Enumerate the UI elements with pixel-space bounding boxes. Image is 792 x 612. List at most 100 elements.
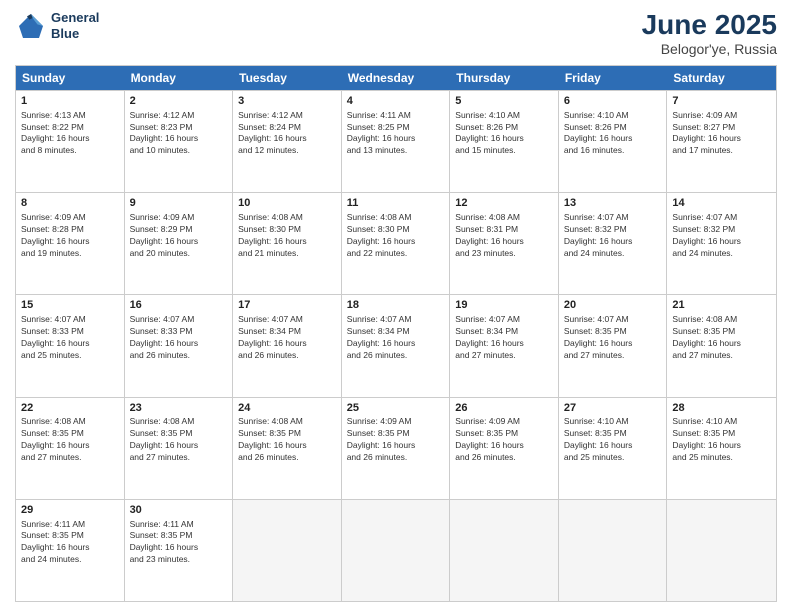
calendar-cell: 18Sunrise: 4:07 AM Sunset: 8:34 PM Dayli… xyxy=(342,295,451,396)
header-day-thursday: Thursday xyxy=(450,66,559,90)
day-number: 11 xyxy=(347,196,445,211)
calendar-cell xyxy=(233,500,342,601)
cell-content: Sunrise: 4:07 AM Sunset: 8:34 PM Dayligh… xyxy=(347,314,445,362)
day-number: 24 xyxy=(238,401,336,416)
cell-content: Sunrise: 4:08 AM Sunset: 8:30 PM Dayligh… xyxy=(238,212,336,260)
cell-content: Sunrise: 4:07 AM Sunset: 8:35 PM Dayligh… xyxy=(564,314,662,362)
day-number: 12 xyxy=(455,196,553,211)
calendar-cell: 20Sunrise: 4:07 AM Sunset: 8:35 PM Dayli… xyxy=(559,295,668,396)
calendar-cell: 17Sunrise: 4:07 AM Sunset: 8:34 PM Dayli… xyxy=(233,295,342,396)
day-number: 2 xyxy=(130,94,228,109)
day-number: 13 xyxy=(564,196,662,211)
calendar-cell: 8Sunrise: 4:09 AM Sunset: 8:28 PM Daylig… xyxy=(16,193,125,294)
day-number: 4 xyxy=(347,94,445,109)
calendar-cell xyxy=(559,500,668,601)
calendar-cell: 25Sunrise: 4:09 AM Sunset: 8:35 PM Dayli… xyxy=(342,398,451,499)
calendar-row-5: 29Sunrise: 4:11 AM Sunset: 8:35 PM Dayli… xyxy=(16,499,776,601)
cell-content: Sunrise: 4:10 AM Sunset: 8:26 PM Dayligh… xyxy=(564,110,662,158)
day-number: 7 xyxy=(672,94,771,109)
day-number: 29 xyxy=(21,503,119,518)
calendar-cell: 27Sunrise: 4:10 AM Sunset: 8:35 PM Dayli… xyxy=(559,398,668,499)
calendar-cell: 9Sunrise: 4:09 AM Sunset: 8:29 PM Daylig… xyxy=(125,193,234,294)
day-number: 22 xyxy=(21,401,119,416)
day-number: 1 xyxy=(21,94,119,109)
cell-content: Sunrise: 4:07 AM Sunset: 8:34 PM Dayligh… xyxy=(238,314,336,362)
day-number: 25 xyxy=(347,401,445,416)
month-title: June 2025 xyxy=(642,10,777,41)
day-number: 9 xyxy=(130,196,228,211)
header-day-monday: Monday xyxy=(125,66,234,90)
cell-content: Sunrise: 4:12 AM Sunset: 8:23 PM Dayligh… xyxy=(130,110,228,158)
calendar-cell: 13Sunrise: 4:07 AM Sunset: 8:32 PM Dayli… xyxy=(559,193,668,294)
cell-content: Sunrise: 4:07 AM Sunset: 8:32 PM Dayligh… xyxy=(672,212,771,260)
cell-content: Sunrise: 4:09 AM Sunset: 8:28 PM Dayligh… xyxy=(21,212,119,260)
cell-content: Sunrise: 4:07 AM Sunset: 8:32 PM Dayligh… xyxy=(564,212,662,260)
calendar-cell: 2Sunrise: 4:12 AM Sunset: 8:23 PM Daylig… xyxy=(125,91,234,192)
day-number: 21 xyxy=(672,298,771,313)
day-number: 28 xyxy=(672,401,771,416)
header-day-wednesday: Wednesday xyxy=(342,66,451,90)
cell-content: Sunrise: 4:09 AM Sunset: 8:35 PM Dayligh… xyxy=(347,416,445,464)
calendar-cell: 1Sunrise: 4:13 AM Sunset: 8:22 PM Daylig… xyxy=(16,91,125,192)
location-subtitle: Belogor'ye, Russia xyxy=(642,41,777,57)
day-number: 19 xyxy=(455,298,553,313)
cell-content: Sunrise: 4:08 AM Sunset: 8:30 PM Dayligh… xyxy=(347,212,445,260)
day-number: 23 xyxy=(130,401,228,416)
logo-text: General Blue xyxy=(51,10,99,41)
calendar-cell: 7Sunrise: 4:09 AM Sunset: 8:27 PM Daylig… xyxy=(667,91,776,192)
cell-content: Sunrise: 4:11 AM Sunset: 8:25 PM Dayligh… xyxy=(347,110,445,158)
logo-icon xyxy=(15,10,47,42)
day-number: 15 xyxy=(21,298,119,313)
day-number: 16 xyxy=(130,298,228,313)
calendar-row-1: 1Sunrise: 4:13 AM Sunset: 8:22 PM Daylig… xyxy=(16,90,776,192)
calendar-cell: 22Sunrise: 4:08 AM Sunset: 8:35 PM Dayli… xyxy=(16,398,125,499)
logo-line1: General xyxy=(51,10,99,26)
header: General Blue June 2025 Belogor'ye, Russi… xyxy=(15,10,777,57)
cell-content: Sunrise: 4:13 AM Sunset: 8:22 PM Dayligh… xyxy=(21,110,119,158)
cell-content: Sunrise: 4:10 AM Sunset: 8:26 PM Dayligh… xyxy=(455,110,553,158)
calendar-cell: 4Sunrise: 4:11 AM Sunset: 8:25 PM Daylig… xyxy=(342,91,451,192)
calendar-cell: 24Sunrise: 4:08 AM Sunset: 8:35 PM Dayli… xyxy=(233,398,342,499)
cell-content: Sunrise: 4:10 AM Sunset: 8:35 PM Dayligh… xyxy=(672,416,771,464)
calendar-cell: 30Sunrise: 4:11 AM Sunset: 8:35 PM Dayli… xyxy=(125,500,234,601)
calendar-row-3: 15Sunrise: 4:07 AM Sunset: 8:33 PM Dayli… xyxy=(16,294,776,396)
calendar-cell: 6Sunrise: 4:10 AM Sunset: 8:26 PM Daylig… xyxy=(559,91,668,192)
cell-content: Sunrise: 4:10 AM Sunset: 8:35 PM Dayligh… xyxy=(564,416,662,464)
day-number: 14 xyxy=(672,196,771,211)
cell-content: Sunrise: 4:11 AM Sunset: 8:35 PM Dayligh… xyxy=(130,519,228,567)
cell-content: Sunrise: 4:09 AM Sunset: 8:27 PM Dayligh… xyxy=(672,110,771,158)
cell-content: Sunrise: 4:08 AM Sunset: 8:31 PM Dayligh… xyxy=(455,212,553,260)
cell-content: Sunrise: 4:12 AM Sunset: 8:24 PM Dayligh… xyxy=(238,110,336,158)
cell-content: Sunrise: 4:09 AM Sunset: 8:35 PM Dayligh… xyxy=(455,416,553,464)
calendar-cell: 15Sunrise: 4:07 AM Sunset: 8:33 PM Dayli… xyxy=(16,295,125,396)
calendar-cell: 28Sunrise: 4:10 AM Sunset: 8:35 PM Dayli… xyxy=(667,398,776,499)
logo-line2: Blue xyxy=(51,26,99,42)
page: General Blue June 2025 Belogor'ye, Russi… xyxy=(0,0,792,612)
calendar-cell: 12Sunrise: 4:08 AM Sunset: 8:31 PM Dayli… xyxy=(450,193,559,294)
calendar-cell xyxy=(450,500,559,601)
day-number: 26 xyxy=(455,401,553,416)
calendar-row-4: 22 Sunrise: 4:08 AM Sunset: 8:35 PM Dayli… xyxy=(16,397,776,499)
day-number: 27 xyxy=(564,401,662,416)
header-day-sunday: Sunday xyxy=(16,66,125,90)
calendar-body: 1Sunrise: 4:13 AM Sunset: 8:22 PM Daylig… xyxy=(16,90,776,601)
day-number: 18 xyxy=(347,298,445,313)
calendar-cell: 3Sunrise: 4:12 AM Sunset: 8:24 PM Daylig… xyxy=(233,91,342,192)
calendar-header: SundayMondayTuesdayWednesdayThursdayFrid… xyxy=(16,66,776,90)
cell-content: Sunrise: 4:09 AM Sunset: 8:29 PM Dayligh… xyxy=(130,212,228,260)
calendar-cell: 14Sunrise: 4:07 AM Sunset: 8:32 PM Dayli… xyxy=(667,193,776,294)
calendar-cell: 26Sunrise: 4:09 AM Sunset: 8:35 PM Dayli… xyxy=(450,398,559,499)
header-day-saturday: Saturday xyxy=(667,66,776,90)
cell-content: Sunrise: 4:07 AM Sunset: 8:33 PM Dayligh… xyxy=(21,314,119,362)
calendar-cell: 10Sunrise: 4:08 AM Sunset: 8:30 PM Dayli… xyxy=(233,193,342,294)
day-number: 10 xyxy=(238,196,336,211)
calendar-cell xyxy=(342,500,451,601)
day-number: 20 xyxy=(564,298,662,313)
cell-content: Sunrise: 4:08 AM Sunset: 8:35 PM Dayligh… xyxy=(130,416,228,464)
cell-content: Sunrise: 4:07 AM Sunset: 8:33 PM Dayligh… xyxy=(130,314,228,362)
cell-content: Sunrise: 4:07 AM Sunset: 8:34 PM Dayligh… xyxy=(455,314,553,362)
calendar: SundayMondayTuesdayWednesdayThursdayFrid… xyxy=(15,65,777,602)
calendar-row-2: 8Sunrise: 4:09 AM Sunset: 8:28 PM Daylig… xyxy=(16,192,776,294)
cell-content: Sunrise: 4:11 AM Sunset: 8:35 PM Dayligh… xyxy=(21,519,119,567)
cell-content: Sunrise: 4:08 AM Sunset: 8:35 PM Dayligh… xyxy=(238,416,336,464)
